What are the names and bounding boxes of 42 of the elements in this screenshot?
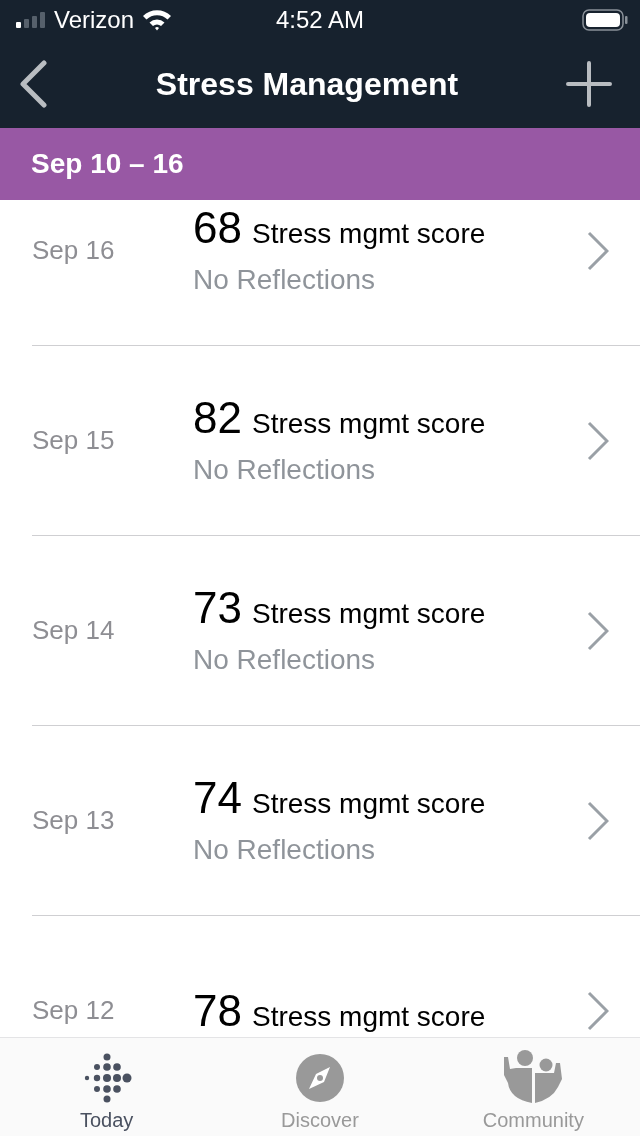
score-label: Stress mgmt score <box>251 599 486 628</box>
day-row[interactable]: Sep 14 73 Stress mgmt score No Reflections <box>32 536 640 726</box>
back-button[interactable] <box>18 60 48 108</box>
chevron-right-icon <box>587 610 609 651</box>
chevron-right-icon <box>587 230 609 271</box>
wifi-icon <box>142 9 173 31</box>
reflections-text: No Reflections <box>193 453 377 486</box>
day-date: Sep 13 <box>32 805 116 836</box>
score-value: 82 <box>193 395 242 440</box>
score-label: Stress mgmt score <box>251 219 486 248</box>
score-value: 68 <box>193 205 242 250</box>
day-row[interactable]: Sep 13 74 Stress mgmt score No Reflections <box>32 726 640 916</box>
reflections-text: No Reflections <box>193 263 377 296</box>
day-date: Sep 14 <box>32 615 116 646</box>
week-range: Sep 10 – 16 <box>31 148 184 180</box>
score-label: Stress mgmt score <box>251 789 486 818</box>
tab-item[interactable]: Today <box>0 1038 214 1136</box>
day-date: Sep 15 <box>32 425 116 456</box>
screen-title: Stress Management <box>155 65 459 103</box>
back-chevron-icon <box>18 60 48 108</box>
score-value: 78 <box>193 988 242 1033</box>
carrier-name: Verizon <box>54 6 135 34</box>
day-date: Sep 16 <box>32 235 116 266</box>
day-date: Sep 12 <box>32 995 116 1026</box>
chevron-right-icon <box>587 990 609 1031</box>
reflections-text: No Reflections <box>193 833 377 866</box>
compass-icon <box>295 1053 345 1103</box>
signal-icon <box>16 12 46 28</box>
battery-icon <box>582 9 628 31</box>
chevron-right-icon <box>587 800 609 841</box>
score-label: Stress mgmt score <box>251 409 486 438</box>
day-row[interactable]: Sep 15 82 Stress mgmt score No Reflections <box>32 346 640 536</box>
score-value: 74 <box>193 775 242 820</box>
reflections-text: No Reflections <box>193 643 377 676</box>
score-label: Stress mgmt score <box>251 1002 486 1031</box>
people-icon <box>502 1049 565 1103</box>
day-row[interactable]: Sep 16 68 Stress mgmt score No Reflections <box>32 200 640 346</box>
add-button[interactable] <box>566 61 612 107</box>
clock-time: 4:52 AM <box>275 6 365 34</box>
chevron-right-icon <box>587 420 609 461</box>
score-value: 73 <box>193 585 242 630</box>
plus-icon <box>566 61 612 107</box>
